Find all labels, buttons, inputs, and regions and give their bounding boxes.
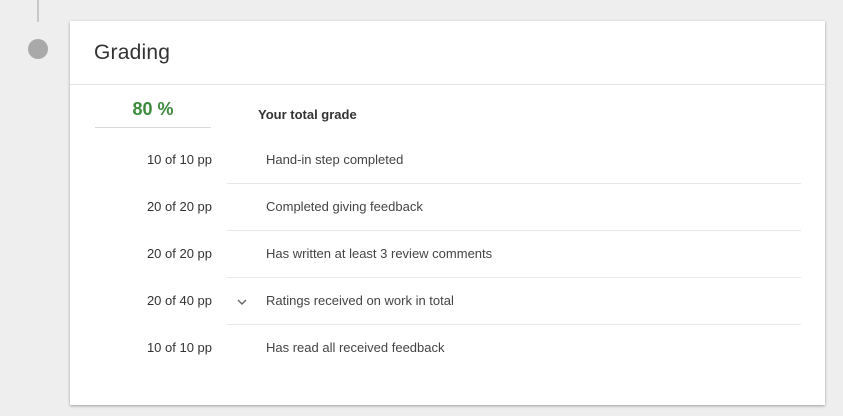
total-grade-label: Your total grade	[258, 107, 357, 122]
chevron-down-icon[interactable]	[236, 295, 248, 307]
criteria-row-expandable[interactable]: 20 of 40 pp Ratings received on work in …	[70, 278, 825, 325]
criteria-points: 10 of 10 pp	[146, 340, 212, 355]
grading-card: Grading 80 % Your total grade 10 of 10 p…	[70, 21, 825, 405]
criteria-label: Has read all received feedback	[266, 340, 445, 355]
total-grade-percent: 80 %	[132, 99, 174, 119]
criteria-points: 20 of 40 pp	[146, 293, 212, 308]
timeline-line	[37, 0, 39, 22]
timeline-dot	[28, 39, 48, 59]
criteria-label: Hand-in step completed	[266, 152, 404, 167]
criteria-points: 20 of 20 pp	[146, 199, 212, 214]
criteria-row: 10 of 10 pp Has read all received feedba…	[70, 325, 825, 372]
total-grade-row: 80 % Your total grade	[70, 85, 825, 137]
criteria-label: Ratings received on work in total	[266, 293, 454, 308]
total-grade-underline	[95, 127, 211, 128]
card-header: Grading	[70, 21, 825, 85]
criteria-row: 20 of 20 pp Has written at least 3 revie…	[70, 231, 825, 278]
criteria-row: 20 of 20 pp Completed giving feedback	[70, 184, 825, 231]
criteria-label: Has written at least 3 review comments	[266, 246, 493, 261]
criteria-list: 10 of 10 pp Hand-in step completed 20 of…	[70, 137, 825, 372]
criteria-points: 20 of 20 pp	[146, 246, 212, 261]
criteria-label: Completed giving feedback	[266, 199, 423, 214]
page: Grading 80 % Your total grade 10 of 10 p…	[0, 0, 843, 416]
criteria-row: 10 of 10 pp Hand-in step completed	[70, 137, 825, 184]
criteria-points: 10 of 10 pp	[146, 152, 212, 167]
card-title: Grading	[94, 40, 171, 64]
